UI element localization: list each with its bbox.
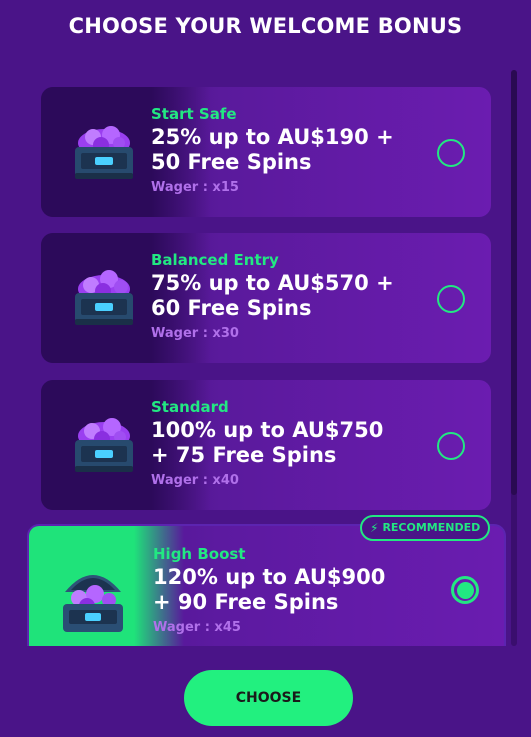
bonus-card-standard[interactable]: Standard 100% up to AU$750 + 75 Free Spi… [41, 380, 491, 510]
bonus-card-start-safe[interactable]: Start Safe 25% up to AU$190 + 50 Free Sp… [41, 87, 491, 217]
bonus-radio[interactable] [437, 285, 465, 313]
bonus-list[interactable]: Start Safe 25% up to AU$190 + 50 Free Sp… [0, 0, 531, 646]
bonus-card-balanced-entry[interactable]: Balanced Entry 75% up to AU$570 + 60 Fre… [41, 233, 491, 363]
gem-chest-icon [63, 575, 123, 632]
bonus-radio[interactable] [437, 139, 465, 167]
bonus-wager: Wager : x40 [151, 473, 239, 488]
bonus-name: Standard [151, 398, 229, 416]
recommended-badge: ⚡ RECOMMENDED [360, 515, 491, 541]
bonus-offer-line2: 50 Free Spins [151, 150, 312, 174]
bonus-offer-line2: + 90 Free Spins [153, 590, 339, 614]
choose-button[interactable]: CHOOSE [184, 670, 353, 726]
bonus-offer-line1: 25% up to AU$190 + [151, 125, 394, 149]
gem-chest-icon [75, 418, 133, 472]
bonus-name: High Boost [153, 545, 246, 563]
radio-dot [457, 582, 474, 599]
bonus-offer-line1: 100% up to AU$750 [151, 418, 384, 442]
bonus-radio-selected[interactable] [451, 576, 479, 604]
lightning-icon: ⚡ [370, 521, 379, 535]
bonus-wager: Wager : x30 [151, 326, 239, 341]
scrollbar-thumb[interactable] [511, 70, 517, 495]
bonus-name: Start Safe [151, 105, 237, 123]
gem-chest-icon [75, 126, 133, 179]
bonus-offer-line2: + 75 Free Spins [151, 443, 337, 467]
bonus-offer-line1: 120% up to AU$900 [153, 565, 386, 589]
bonus-offer-line2: 60 Free Spins [151, 296, 312, 320]
bonus-wager: Wager : x15 [151, 180, 239, 195]
bonus-offer-line1: 75% up to AU$570 + [151, 271, 394, 295]
bonus-card-high-boost[interactable]: High Boost 120% up to AU$900 + 90 Free S… [27, 524, 506, 646]
bonus-radio[interactable] [437, 432, 465, 460]
scrollbar[interactable] [511, 70, 517, 646]
gem-chest-icon [75, 270, 133, 325]
badge-label: RECOMMENDED [382, 521, 481, 534]
bonus-wager: Wager : x45 [153, 620, 241, 635]
bonus-name: Balanced Entry [151, 251, 279, 269]
